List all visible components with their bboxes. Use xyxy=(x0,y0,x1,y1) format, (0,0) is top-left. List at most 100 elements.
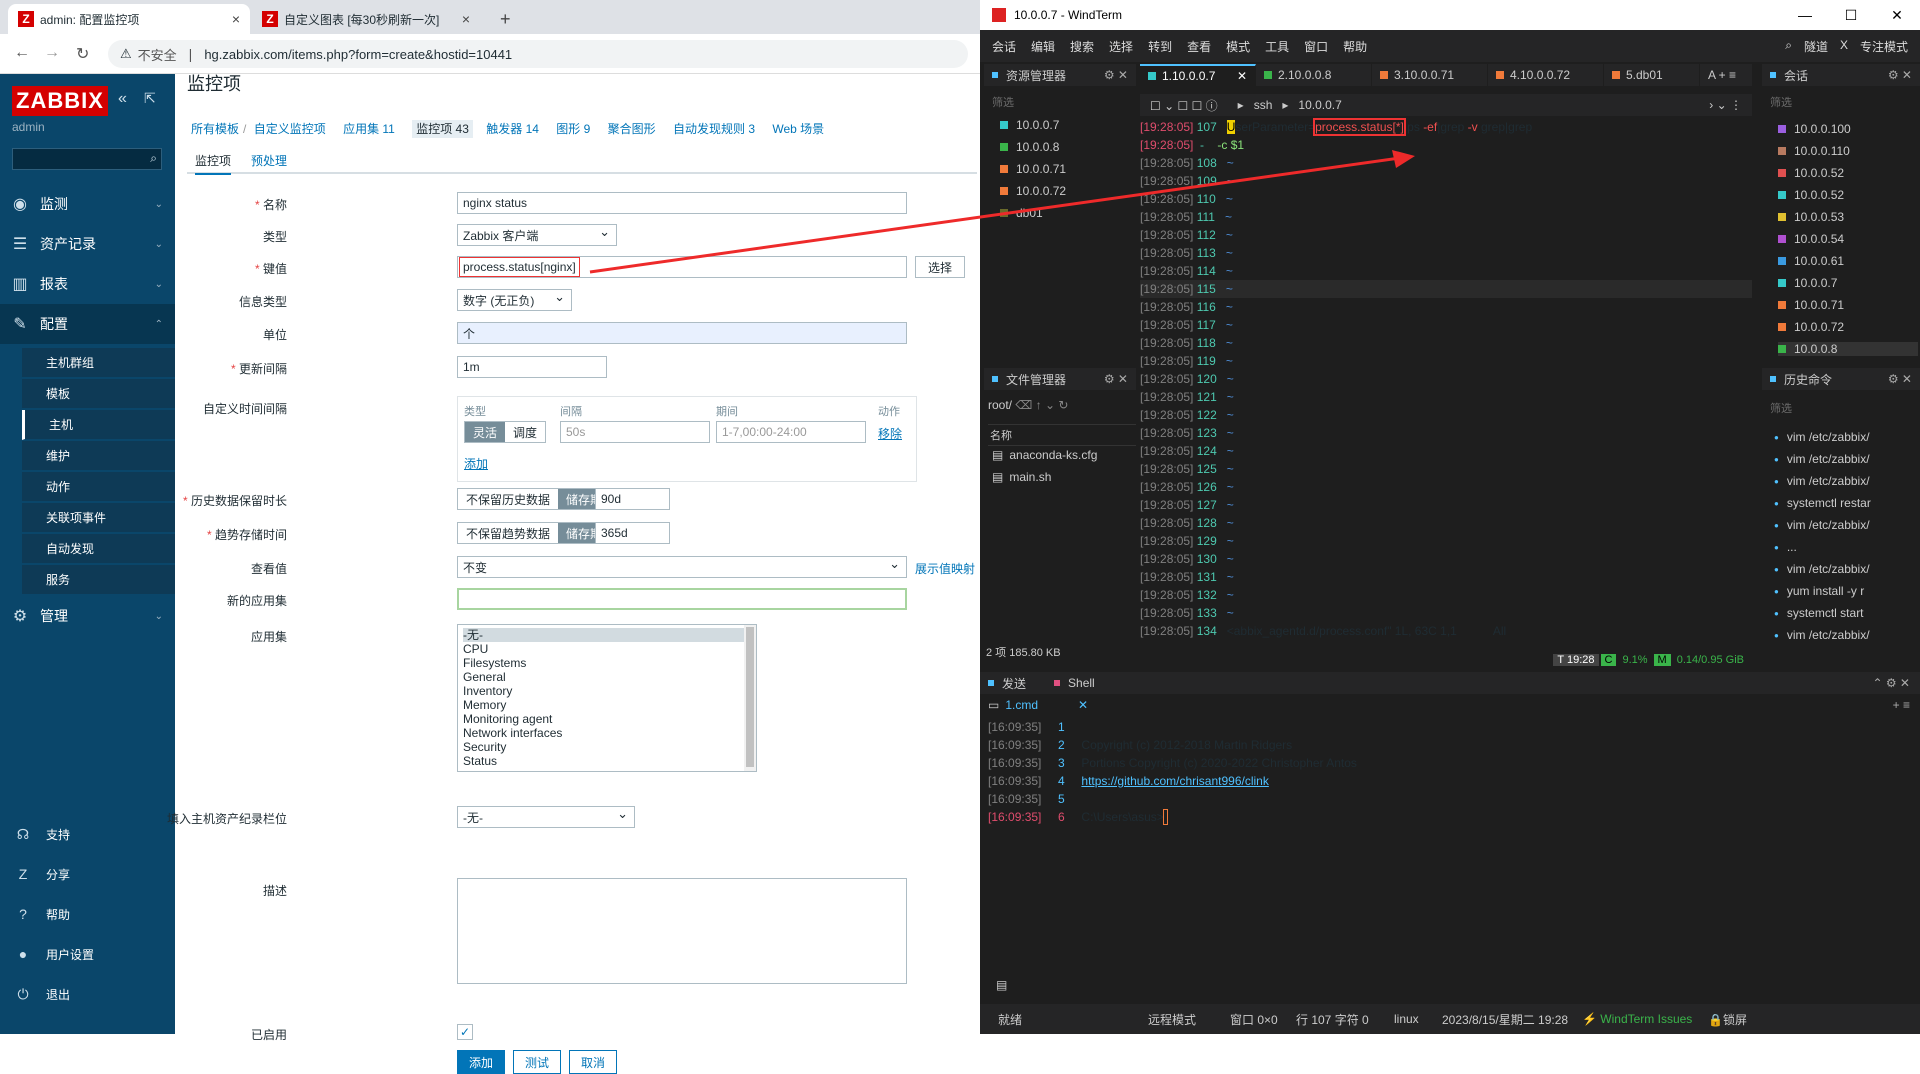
history-input[interactable]: 90d xyxy=(595,488,670,510)
apps-listbox[interactable]: -无- CPU Filesystems General Inventory Me… xyxy=(457,624,757,772)
new-app-input[interactable] xyxy=(457,588,907,610)
search-icon[interactable]: ⌕ xyxy=(150,151,157,166)
x-button[interactable]: X xyxy=(1840,38,1848,55)
select-button[interactable]: 选择 xyxy=(915,256,965,278)
tree-item[interactable]: 10.0.0.71 xyxy=(1000,162,1066,176)
session-item[interactable]: 10.0.0.71 xyxy=(1778,298,1844,312)
menu-inventory[interactable]: ☰ 资产记录 ⌄ xyxy=(0,224,175,264)
menu-goto[interactable]: 转到 xyxy=(1148,38,1172,55)
sessions-filter[interactable]: 筛选 xyxy=(1770,94,1792,110)
history-item[interactable]: ● vim /etc/zabbix/ xyxy=(1774,518,1870,532)
close-icon[interactable]: ✕ xyxy=(1078,698,1088,712)
session-item[interactable]: 10.0.0.52 xyxy=(1778,166,1844,180)
collapse-icon[interactable]: « xyxy=(118,90,127,108)
history-item[interactable]: ● vim /etc/zabbix/ xyxy=(1774,474,1870,488)
status-mode[interactable]: 远程模式 xyxy=(1148,1011,1196,1028)
sub-item-discovery[interactable]: 自动发现 xyxy=(22,534,175,564)
focus-mode-button[interactable]: 专注模式 xyxy=(1860,38,1908,55)
file-item[interactable]: ▤ main.sh xyxy=(992,470,1051,484)
history-item[interactable]: ● vim /etc/zabbix/ xyxy=(1774,628,1870,642)
file-col-header[interactable]: 名称 xyxy=(988,424,1136,446)
session-item[interactable]: 10.0.0.61 xyxy=(1778,254,1844,268)
menu-mode[interactable]: 模式 xyxy=(1226,38,1250,55)
pane-actions[interactable]: ⌃ ⚙ ✕ xyxy=(1872,676,1910,690)
file-path[interactable]: root/ ⌫ ↑ ⌄ ↻ xyxy=(988,398,1068,412)
sidebar-search-input[interactable]: ⌕ xyxy=(12,148,162,170)
more-icon[interactable]: › ⌄ ⋮ xyxy=(1709,98,1742,112)
history-item[interactable]: ● vim /etc/zabbix/ xyxy=(1774,562,1870,576)
enabled-checkbox[interactable]: ✓ xyxy=(457,1024,473,1040)
kiosk-icon[interactable]: ⇱ xyxy=(144,90,156,107)
session-item[interactable]: 10.0.0.72 xyxy=(1778,320,1844,334)
remove-link[interactable]: 移除 xyxy=(878,425,902,442)
menu-view[interactable]: 查看 xyxy=(1187,38,1211,55)
tab-preprocessing[interactable]: 预处理 xyxy=(251,152,287,169)
close-icon[interactable]: × xyxy=(232,11,240,27)
session-item[interactable]: 10.0.0.8 xyxy=(1778,342,1918,356)
cmd-tab[interactable]: 1.cmd xyxy=(1005,698,1038,712)
menu-administration[interactable]: ⚙ 管理 ⌄ xyxy=(0,596,175,636)
menu-reports[interactable]: ▥ 报表 ⌄ xyxy=(0,264,175,304)
sub-item-hosts[interactable]: 主机 xyxy=(22,410,175,440)
menu-tools[interactable]: 工具 xyxy=(1265,38,1289,55)
gear-icon[interactable]: ⚙ ✕ xyxy=(1104,372,1128,386)
valuemap-select[interactable]: 不变 xyxy=(457,556,907,578)
list-item[interactable]: Memory xyxy=(463,698,756,712)
list-item[interactable]: CPU xyxy=(463,642,756,656)
new-tab-button[interactable]: + xyxy=(490,4,521,34)
tab-actions[interactable]: A + ≡ xyxy=(1708,64,1736,86)
path-host[interactable]: 10.0.0.7 xyxy=(1298,98,1341,112)
send-tab[interactable]: 发送 xyxy=(1002,675,1026,692)
menu-edit[interactable]: 编辑 xyxy=(1031,38,1055,55)
menu-configuration[interactable]: ✎ 配置 ⌃ xyxy=(0,304,175,344)
list-item[interactable]: Network interfaces xyxy=(463,726,756,740)
add-button[interactable]: 添加 xyxy=(457,1050,505,1074)
file-item[interactable]: ▤ anaconda-ks.cfg xyxy=(992,448,1097,462)
valuemap-link[interactable]: 展示值映射 xyxy=(915,560,975,577)
session-item[interactable]: 10.0.0.53 xyxy=(1778,210,1844,224)
trend-input[interactable]: 365d xyxy=(595,522,670,544)
add-link[interactable]: 添加 xyxy=(464,455,488,472)
issues-link[interactable]: ⚡ WindTerm Issues xyxy=(1582,1012,1692,1026)
scrollbar[interactable] xyxy=(744,625,756,771)
gear-icon[interactable]: ⚙ ✕ xyxy=(1888,68,1912,82)
menu-search[interactable]: 搜索 xyxy=(1070,38,1094,55)
flexible-option[interactable]: 灵活 xyxy=(465,422,506,442)
menu-help[interactable]: ? 帮助 xyxy=(0,896,175,932)
sub-item-services[interactable]: 服务 xyxy=(22,565,175,595)
menu-share[interactable]: Z 分享 xyxy=(0,856,175,892)
breadcrumb-item[interactable]: 应用集 11 xyxy=(343,122,395,136)
breadcrumb-item[interactable]: 自定义监控项 xyxy=(254,122,326,136)
tab-item[interactable]: 监控项 xyxy=(195,152,232,175)
back-icon[interactable]: ← xyxy=(14,44,30,62)
session-item[interactable]: 10.0.0.7 xyxy=(1778,276,1837,290)
history-off[interactable]: 不保留历史数据 xyxy=(458,489,559,509)
menu-monitoring[interactable]: ◉ 监测 ⌄ xyxy=(0,184,175,224)
sub-item-actions[interactable]: 动作 xyxy=(22,472,175,502)
gear-icon[interactable]: ⚙ ✕ xyxy=(1888,372,1912,386)
url-input[interactable]: ⚠ 不安全 | hg.zabbix.com/items.php?form=cre… xyxy=(108,40,968,68)
menu-help[interactable]: 帮助 xyxy=(1343,38,1367,55)
breadcrumb-item[interactable]: 图形 9 xyxy=(556,122,590,136)
tunnel-button[interactable]: 隧道 xyxy=(1804,38,1828,55)
interval-input[interactable]: 1m xyxy=(457,356,607,378)
unit-input[interactable]: 个 xyxy=(457,322,907,344)
inventory-select[interactable]: -无- xyxy=(457,806,635,828)
breadcrumb-item[interactable]: 监控项 43 xyxy=(412,120,473,138)
breadcrumb-item[interactable]: 所有模板 xyxy=(191,122,239,136)
history-item[interactable]: ● vim /etc/zabbix/ xyxy=(1774,452,1870,466)
breadcrumb-item[interactable]: Web 场景 xyxy=(772,122,824,136)
tree-item[interactable]: 10.0.0.7 xyxy=(1000,118,1059,132)
menu-window[interactable]: 窗口 xyxy=(1304,38,1328,55)
forward-icon[interactable]: → xyxy=(44,44,60,62)
scheduling-option[interactable]: 调度 xyxy=(505,422,546,442)
ci-interval-input[interactable]: 50s xyxy=(560,421,710,443)
session-item[interactable]: 10.0.0.52 xyxy=(1778,188,1844,202)
test-button[interactable]: 测试 xyxy=(513,1050,561,1074)
sub-item-hostgroups[interactable]: 主机群组 xyxy=(22,348,175,378)
list-item[interactable]: Monitoring agent xyxy=(463,712,756,726)
history-item[interactable]: ● yum install -y r xyxy=(1774,584,1864,598)
minimize-icon[interactable]: — xyxy=(1782,0,1828,30)
breadcrumb-item[interactable]: 触发器 14 xyxy=(486,122,539,136)
tree-item[interactable]: 10.0.0.8 xyxy=(1000,140,1059,154)
